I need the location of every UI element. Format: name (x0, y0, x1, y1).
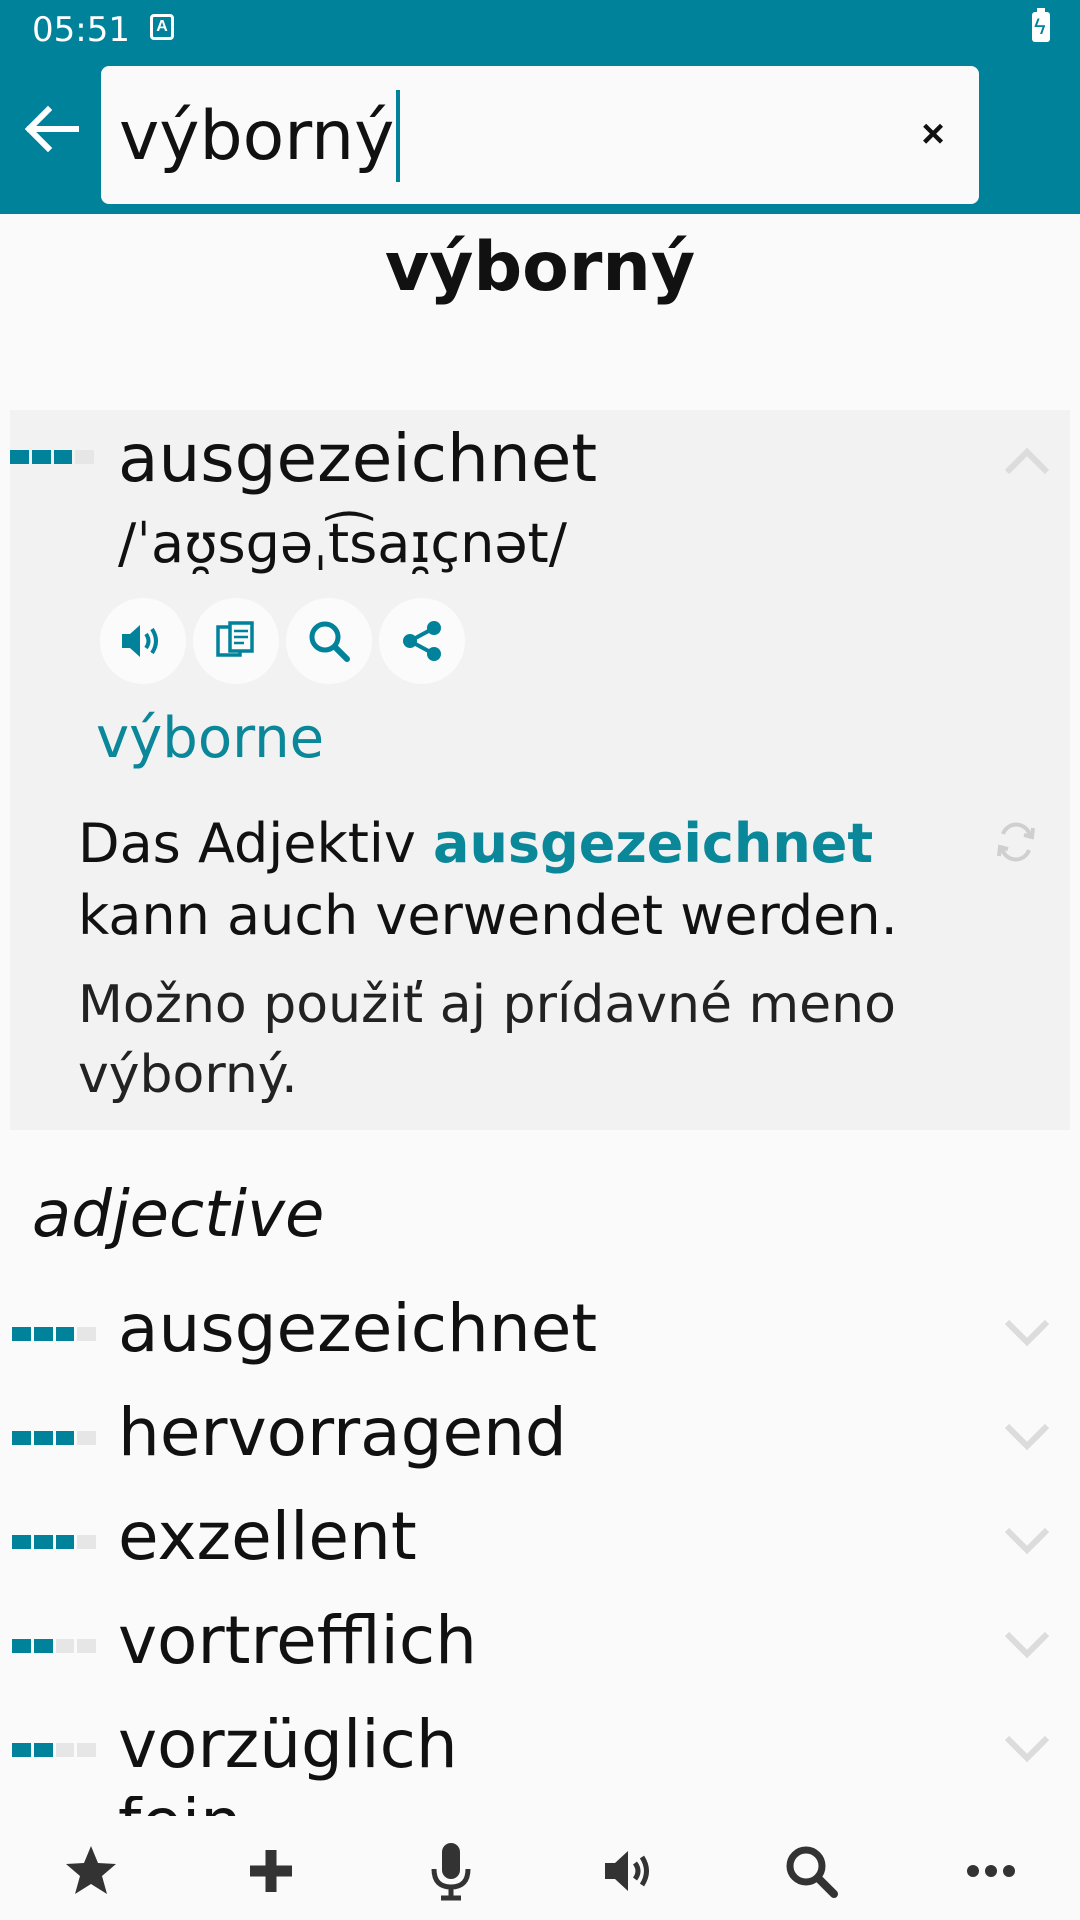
speak-button[interactable] (596, 1836, 666, 1906)
example-sentence-german: Das Adjektiv ausgezeichnet kann auch ver… (78, 808, 958, 952)
text-caret (396, 90, 401, 182)
list-item[interactable]: hervorragend (0, 1386, 1080, 1490)
favorites-button[interactable] (56, 1836, 126, 1906)
chevron-down-icon[interactable] (1003, 1526, 1051, 1556)
list-item-word: vortrefflich (118, 1602, 478, 1679)
example-suffix: kann auch verwendet werden. (78, 884, 898, 947)
headword-title: výborný (384, 228, 696, 307)
part-of-speech-label: adjective (32, 1178, 325, 1252)
frequency-indicator (12, 1743, 96, 1757)
frequency-indicator (10, 450, 94, 464)
copy-button[interactable] (193, 598, 279, 684)
speaker-icon (605, 1851, 649, 1891)
search-word-button[interactable] (286, 598, 372, 684)
share-icon (403, 621, 441, 661)
reverse-translation[interactable]: výborne (96, 706, 324, 771)
search-query: výborný (119, 96, 395, 176)
chevron-up-icon[interactable] (1003, 446, 1051, 476)
search-header: výborný × (0, 58, 1080, 214)
play-audio-button[interactable] (100, 598, 186, 684)
back-button[interactable] (20, 98, 82, 160)
chevron-down-icon[interactable] (1003, 1734, 1051, 1764)
expanded-translation-card: ausgezeichnet /ˈaʊ̯sɡəˌt͡saɪ̯çnət/ výbor… (10, 410, 1070, 1130)
voice-input-button[interactable] (416, 1836, 486, 1906)
status-notification-icon: A (150, 14, 174, 40)
chevron-down-icon[interactable] (1003, 1318, 1051, 1348)
speaker-icon (122, 625, 158, 657)
status-time: 05:51 (32, 10, 130, 50)
bottom-toolbar (0, 1816, 1080, 1920)
search-input[interactable]: výborný × (101, 66, 979, 204)
clear-search-button[interactable]: × (911, 112, 955, 156)
plus-icon (250, 1850, 292, 1892)
frequency-indicator (12, 1535, 96, 1549)
add-button[interactable] (236, 1836, 306, 1906)
frequency-indicator (12, 1431, 96, 1445)
microphone-icon (431, 1843, 471, 1901)
share-button[interactable] (379, 598, 465, 684)
search-icon (786, 1846, 838, 1898)
example-highlight[interactable]: ausgezeichnet (433, 812, 873, 875)
battery-icon (1032, 8, 1050, 42)
arrow-left-icon (24, 105, 79, 153)
list-item[interactable]: vorzüglich (0, 1698, 1080, 1802)
refresh-icon[interactable] (994, 820, 1038, 864)
frequency-indicator (12, 1327, 96, 1341)
list-item[interactable]: vortrefflich (0, 1594, 1080, 1698)
example-prefix: Das Adjektiv (78, 812, 434, 875)
status-bar: 05:51 A (0, 0, 1080, 58)
search-input-text[interactable]: výborný (119, 90, 401, 182)
chevron-down-icon[interactable] (1003, 1630, 1051, 1660)
list-item-word: ausgezeichnet (118, 1290, 598, 1367)
example-sentence-slovak: Možno použiť aj prídavné meno výborný. (78, 975, 896, 1105)
more-icon (967, 1865, 1015, 1877)
star-icon (66, 1846, 116, 1894)
copy-icon (216, 621, 254, 657)
list-item[interactable]: ausgezeichnet (0, 1282, 1080, 1386)
search-icon (309, 621, 350, 662)
search-button[interactable] (776, 1836, 846, 1906)
partial-list-item: fein (118, 1796, 318, 1816)
more-button[interactable] (956, 1836, 1026, 1906)
list-item-word: vorzüglich (118, 1706, 458, 1783)
list-item-word: exzellent (118, 1498, 417, 1575)
chevron-down-icon[interactable] (1003, 1422, 1051, 1452)
list-item[interactable]: exzellent (0, 1490, 1080, 1594)
list-item-word: hervorragend (118, 1394, 567, 1471)
translation-word: ausgezeichnet (118, 420, 598, 497)
frequency-indicator (12, 1639, 96, 1653)
pronunciation-ipa: /ˈaʊ̯sɡəˌt͡saɪ̯çnət/ (118, 512, 567, 575)
